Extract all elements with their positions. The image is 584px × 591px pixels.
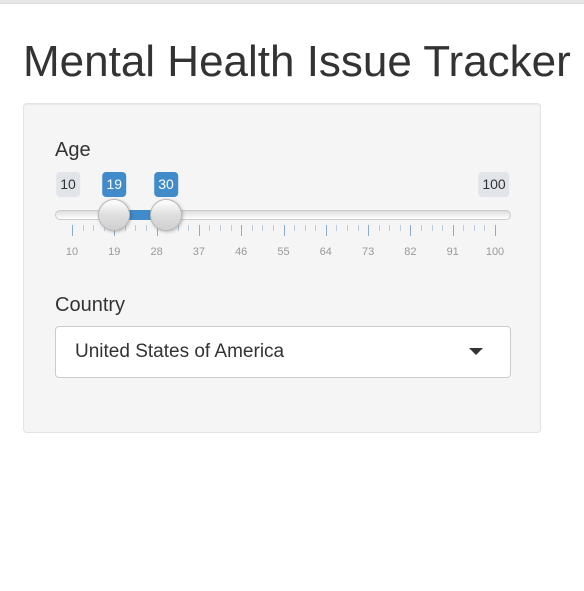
slider-tick-label: 46 bbox=[235, 246, 248, 258]
slider-tick-minor bbox=[304, 225, 306, 231]
slider-tick-label: 28 bbox=[150, 246, 163, 258]
slider-tick-minor bbox=[262, 225, 264, 231]
slider-tick-minor bbox=[389, 225, 391, 231]
age-label: Age bbox=[55, 139, 91, 161]
slider-tick-minor bbox=[484, 225, 486, 231]
slider-tick-minor bbox=[82, 225, 84, 231]
slider-tick-label: 19 bbox=[108, 246, 121, 258]
slider-tick-minor bbox=[209, 225, 211, 231]
slider-tick-label: 91 bbox=[446, 246, 459, 258]
chevron-down-icon bbox=[469, 348, 483, 355]
top-border bbox=[0, 0, 584, 4]
slider-tick-label: 64 bbox=[319, 246, 332, 258]
slider-from-value: 19 bbox=[102, 172, 127, 197]
slider-tick-minor bbox=[420, 225, 422, 231]
slider-tick-label: 73 bbox=[361, 246, 375, 258]
slider-tick-minor bbox=[431, 225, 433, 231]
country-select[interactable]: United States of America bbox=[55, 326, 511, 378]
slider-tick-minor bbox=[315, 225, 317, 231]
slider-tick-major bbox=[241, 225, 243, 236]
slider-tick-label: 10 bbox=[65, 246, 79, 258]
slider-tick-minor bbox=[442, 225, 444, 231]
slider-tick-major bbox=[283, 225, 285, 236]
slider-tick-minor bbox=[188, 225, 190, 231]
slider-tick-minor bbox=[135, 225, 137, 231]
slider-tick-minor bbox=[177, 225, 179, 231]
slider-tick-minor bbox=[220, 225, 222, 231]
slider-tick-minor bbox=[294, 225, 296, 231]
slider-min-label: 10 bbox=[56, 172, 80, 197]
slider-tick-minor bbox=[378, 225, 380, 231]
slider-tick-minor bbox=[357, 225, 359, 231]
slider-tick-minor bbox=[146, 225, 148, 231]
slider-tick-minor bbox=[473, 225, 475, 231]
slider-tick-major bbox=[325, 225, 327, 236]
slider-tick-minor bbox=[399, 225, 401, 231]
slider-tick-label: 100 bbox=[485, 246, 505, 258]
slider-tick-label: 82 bbox=[404, 246, 417, 258]
slider-max-label: 100 bbox=[478, 172, 510, 197]
slider-tick-major bbox=[198, 225, 200, 236]
slider-tick-major bbox=[452, 225, 454, 236]
slider-to-value: 30 bbox=[154, 172, 178, 197]
slider-tick-minor bbox=[251, 225, 253, 231]
slider-tick-minor bbox=[93, 225, 95, 231]
slider-tick-major bbox=[368, 225, 370, 236]
country-label: Country bbox=[55, 294, 126, 316]
slider-tick-minor bbox=[272, 225, 274, 231]
slider-tick-minor bbox=[463, 225, 465, 231]
slider-tick-label: 55 bbox=[277, 246, 290, 258]
slider-tick-minor bbox=[230, 225, 232, 231]
slider-handle-to[interactable] bbox=[150, 199, 182, 231]
slider-tick-major bbox=[72, 225, 73, 236]
slider-tick-label: 37 bbox=[192, 246, 206, 258]
slider-tick-major bbox=[495, 225, 496, 236]
age-range-slider[interactable]: 10 100 19 30 10 19 28 37 46 55 64 73 82 91 100 bbox=[55, 172, 511, 262]
slider-tick-major bbox=[410, 225, 412, 236]
slider-tick-minor bbox=[336, 225, 338, 231]
slider-tick-minor bbox=[346, 225, 348, 231]
sidebar-panel: Age 10 100 19 30 10 19 28 37 46 55 64 73 82 91 100… bbox=[23, 103, 541, 433]
country-selected-value: United States of America bbox=[75, 341, 285, 362]
page-title: Mental Health Issue Tracker bbox=[23, 37, 571, 86]
